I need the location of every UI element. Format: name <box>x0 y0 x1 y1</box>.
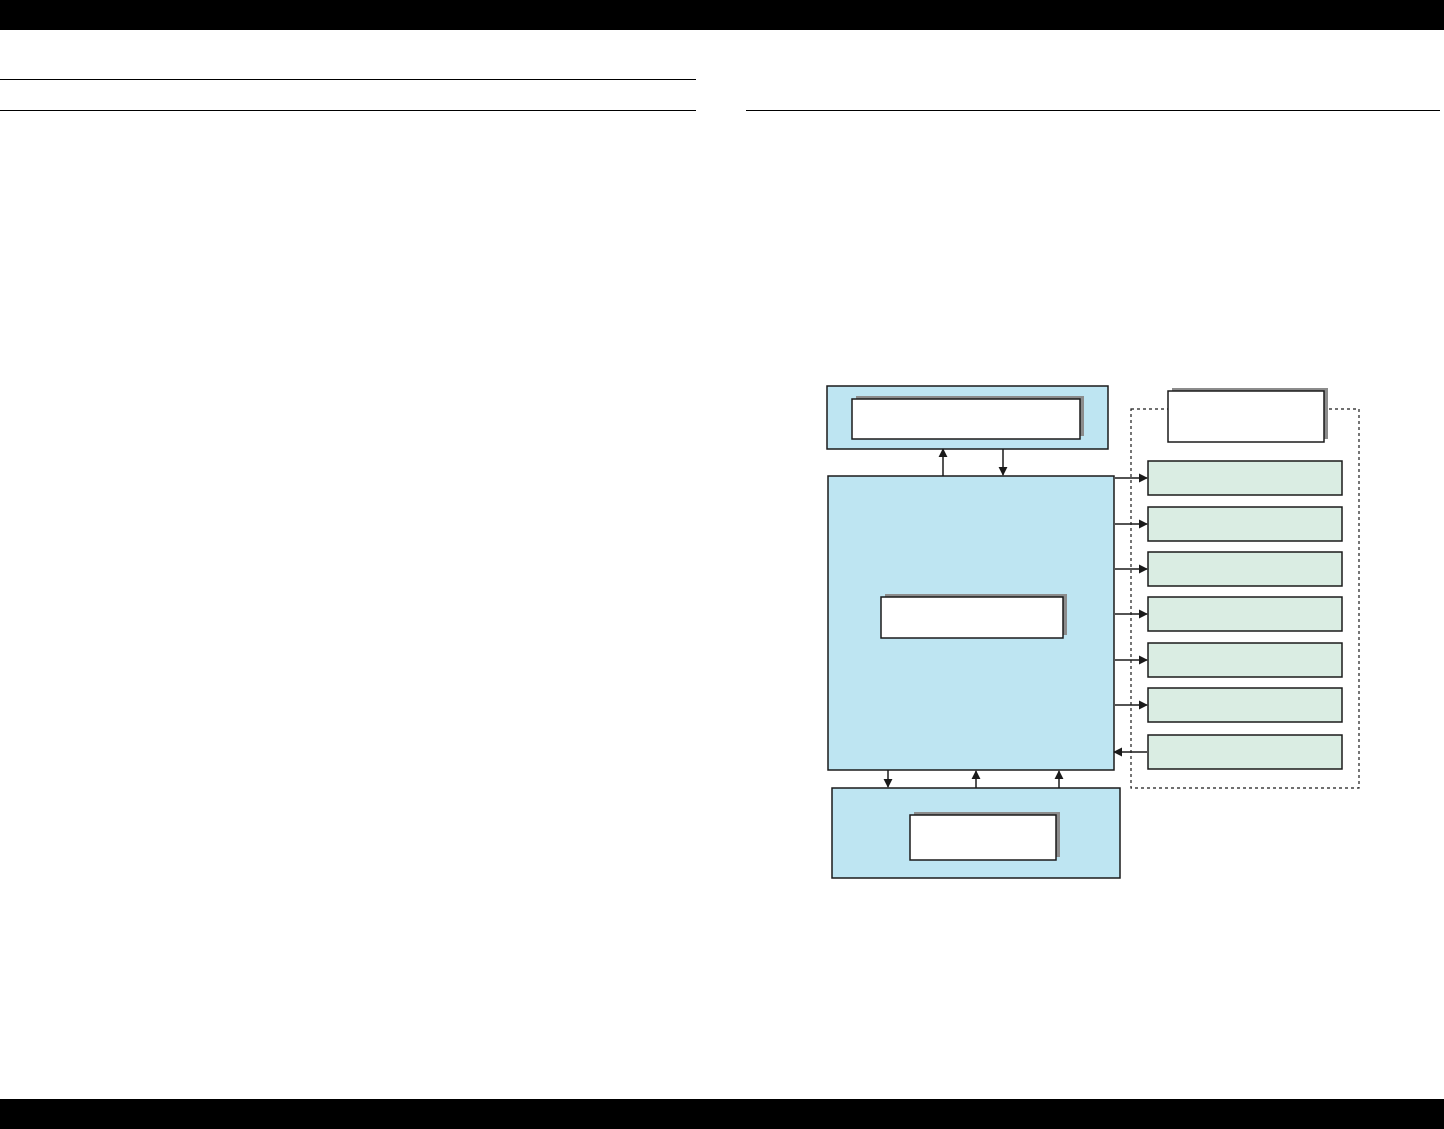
side-module-1 <box>1147 460 1343 496</box>
footer-bar <box>0 1099 1444 1129</box>
bottom-block-box <box>909 814 1057 861</box>
block-diagram <box>826 385 1360 879</box>
side-module-4 <box>1147 596 1343 632</box>
side-group-header-box <box>1167 390 1325 443</box>
side-module-2 <box>1147 506 1343 542</box>
manual-page <box>0 0 1444 1129</box>
side-module-7 <box>1147 734 1343 770</box>
side-module-5 <box>1147 642 1343 678</box>
top-block-box <box>851 398 1081 440</box>
side-module-3 <box>1147 551 1343 587</box>
side-module-6 <box>1147 687 1343 723</box>
main-block-box <box>880 596 1064 639</box>
